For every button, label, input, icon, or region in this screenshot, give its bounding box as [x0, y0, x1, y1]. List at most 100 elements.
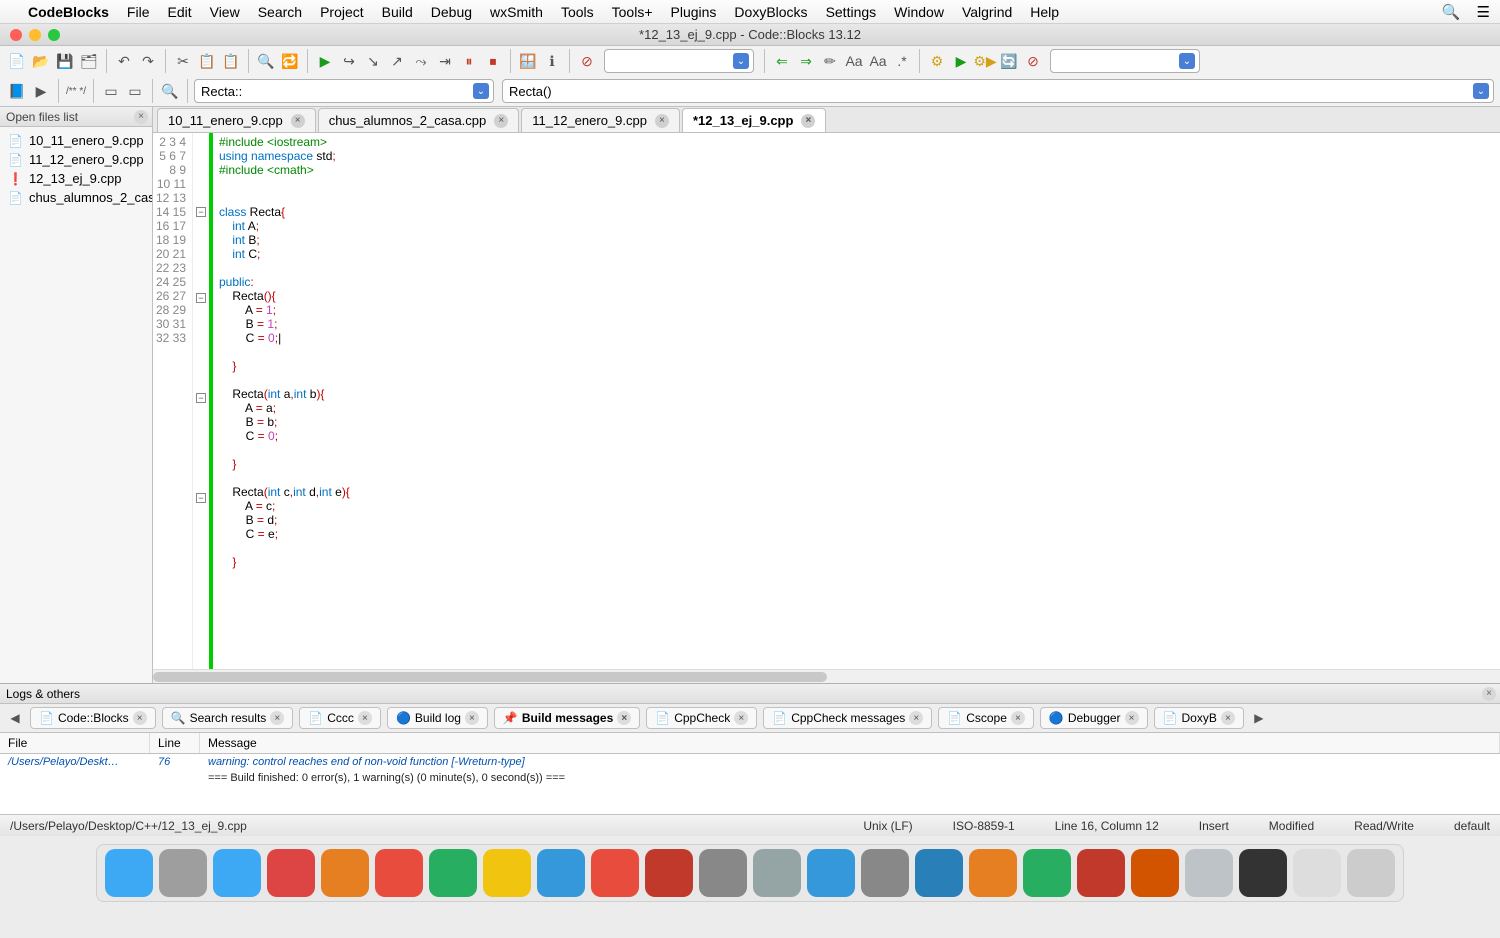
menu-tools+[interactable]: Tools+ [612, 4, 653, 20]
dock-app-icon[interactable] [1185, 849, 1233, 897]
close-window-button[interactable] [10, 29, 22, 41]
log-tabs-prev-icon[interactable]: ◀ [6, 707, 24, 729]
block-comment-icon[interactable]: ▭ [100, 80, 122, 102]
log-row[interactable]: /Users/Pelayo/Deskt…76warning: control r… [0, 754, 1500, 770]
close-log-tab-icon[interactable]: × [617, 711, 631, 725]
function-combo[interactable]: Recta()⌄ [502, 79, 1494, 103]
horizontal-scrollbar[interactable] [153, 669, 1500, 683]
close-logs-icon[interactable]: × [1482, 687, 1496, 701]
menu-debug[interactable]: Debug [431, 4, 472, 20]
doxy-run-icon[interactable]: ▶ [30, 80, 52, 102]
dock-app-icon[interactable] [1023, 849, 1071, 897]
dock-app-icon[interactable] [591, 849, 639, 897]
comment-icon[interactable]: /** */ [65, 80, 87, 102]
menu-valgrind[interactable]: Valgrind [962, 4, 1012, 20]
menu-project[interactable]: Project [320, 4, 364, 20]
app-name[interactable]: CodeBlocks [28, 4, 109, 20]
close-tab-icon[interactable]: × [801, 114, 815, 128]
file-item[interactable]: 📄11_12_enero_9.cpp [0, 150, 152, 169]
log-tab[interactable]: 📌Build messages× [494, 707, 640, 729]
build-icon[interactable]: ⚙ [926, 50, 948, 72]
log-tab[interactable]: 📄CppCheck× [646, 707, 757, 729]
abort-build-icon[interactable]: ⊘ [1022, 50, 1044, 72]
close-log-tab-icon[interactable]: × [734, 711, 748, 725]
log-col-file[interactable]: File [0, 733, 150, 753]
close-log-tab-icon[interactable]: × [465, 711, 479, 725]
step-out-icon[interactable]: ↗ [386, 50, 408, 72]
abort-icon[interactable]: ⊘ [576, 50, 598, 72]
editor-tab[interactable]: *12_13_ej_9.cpp× [682, 108, 826, 132]
menu-tools[interactable]: Tools [561, 4, 594, 20]
menu-doxyblocks[interactable]: DoxyBlocks [734, 4, 807, 20]
debug-windows-icon[interactable]: 🪟 [517, 50, 539, 72]
log-tab[interactable]: 🔍Search results× [162, 707, 294, 729]
regex-icon[interactable]: .* [891, 50, 913, 72]
prev-icon[interactable]: ⇐ [771, 50, 793, 72]
info-icon[interactable]: ℹ [541, 50, 563, 72]
rebuild-icon[interactable]: 🔄 [998, 50, 1020, 72]
close-log-tab-icon[interactable]: × [1221, 711, 1235, 725]
file-item[interactable]: ❗12_13_ej_9.cpp [0, 169, 152, 188]
fold-icon[interactable]: − [196, 293, 206, 303]
menu-view[interactable]: View [210, 4, 240, 20]
close-log-tab-icon[interactable]: × [1125, 711, 1139, 725]
dock-app-icon[interactable] [1077, 849, 1125, 897]
fold-icon[interactable]: − [196, 207, 206, 217]
target-combo[interactable]: ⌄ [1050, 49, 1200, 73]
paste-icon[interactable]: 📋 [220, 50, 242, 72]
close-sidebar-icon[interactable]: × [134, 110, 148, 124]
fold-icon[interactable]: − [196, 493, 206, 503]
line-comment-icon[interactable]: ▭ [124, 80, 146, 102]
run-icon[interactable]: ▶ [314, 50, 336, 72]
highlight-icon[interactable]: ✏ [819, 50, 841, 72]
menu-search[interactable]: Search [258, 4, 302, 20]
dock-app-icon[interactable] [753, 849, 801, 897]
run-program-icon[interactable]: ▶ [950, 50, 972, 72]
dock-app-icon[interactable] [483, 849, 531, 897]
log-tab[interactable]: 🔵Debugger× [1040, 707, 1148, 729]
step-into-icon[interactable]: ↘ [362, 50, 384, 72]
menu-wxsmith[interactable]: wxSmith [490, 4, 543, 20]
minimize-window-button[interactable] [29, 29, 41, 41]
log-tab[interactable]: 📄DoxyB× [1154, 707, 1244, 729]
code-editor[interactable]: 2 3 4 5 6 7 8 9 10 11 12 13 14 15 16 17 … [153, 133, 1500, 669]
run-to-cursor-icon[interactable]: ⇥ [434, 50, 456, 72]
dock-app-icon[interactable] [375, 849, 423, 897]
dock-app-icon[interactable] [1347, 849, 1395, 897]
doxy-icon[interactable]: 📘 [6, 80, 28, 102]
step-over-icon[interactable]: ↪ [338, 50, 360, 72]
stop-debug-icon[interactable]: ⏹ [482, 50, 504, 72]
log-col-message[interactable]: Message [200, 733, 1500, 753]
menu-settings[interactable]: Settings [826, 4, 877, 20]
undo-icon[interactable]: ↶ [113, 50, 135, 72]
editor-tab[interactable]: 11_12_enero_9.cpp× [521, 108, 680, 132]
match-case-icon[interactable]: Aa [843, 50, 865, 72]
close-tab-icon[interactable]: × [655, 114, 669, 128]
zoom-window-button[interactable] [48, 29, 60, 41]
dock-app-icon[interactable] [807, 849, 855, 897]
copy-icon[interactable]: 📋 [196, 50, 218, 72]
dock-app-icon[interactable] [267, 849, 315, 897]
dock-app-icon[interactable] [1239, 849, 1287, 897]
close-log-tab-icon[interactable]: × [358, 711, 372, 725]
control-center-icon[interactable]: ☰ [1477, 3, 1490, 21]
open-file-icon[interactable]: 📂 [30, 50, 52, 72]
menu-plugins[interactable]: Plugins [671, 4, 717, 20]
continue-icon[interactable]: ⤳ [410, 50, 432, 72]
menu-help[interactable]: Help [1030, 4, 1059, 20]
pause-icon[interactable]: ⏸ [458, 50, 480, 72]
menu-edit[interactable]: Edit [167, 4, 191, 20]
scope-combo[interactable]: Recta::⌄ [194, 79, 494, 103]
log-tab[interactable]: 📄CppCheck messages× [763, 707, 932, 729]
editor-tab[interactable]: chus_alumnos_2_casa.cpp× [318, 108, 520, 132]
next-icon[interactable]: ⇒ [795, 50, 817, 72]
close-log-tab-icon[interactable]: × [1011, 711, 1025, 725]
close-tab-icon[interactable]: × [494, 114, 508, 128]
log-row[interactable]: === Build finished: 0 error(s), 1 warnin… [0, 770, 1500, 786]
whole-word-icon[interactable]: Aa [867, 50, 889, 72]
dock-app-icon[interactable] [915, 849, 963, 897]
doxy-help-icon[interactable]: 🔍 [159, 80, 181, 102]
menu-window[interactable]: Window [894, 4, 944, 20]
dock-app-icon[interactable] [861, 849, 909, 897]
log-tab[interactable]: 📄Code::Blocks× [30, 707, 156, 729]
